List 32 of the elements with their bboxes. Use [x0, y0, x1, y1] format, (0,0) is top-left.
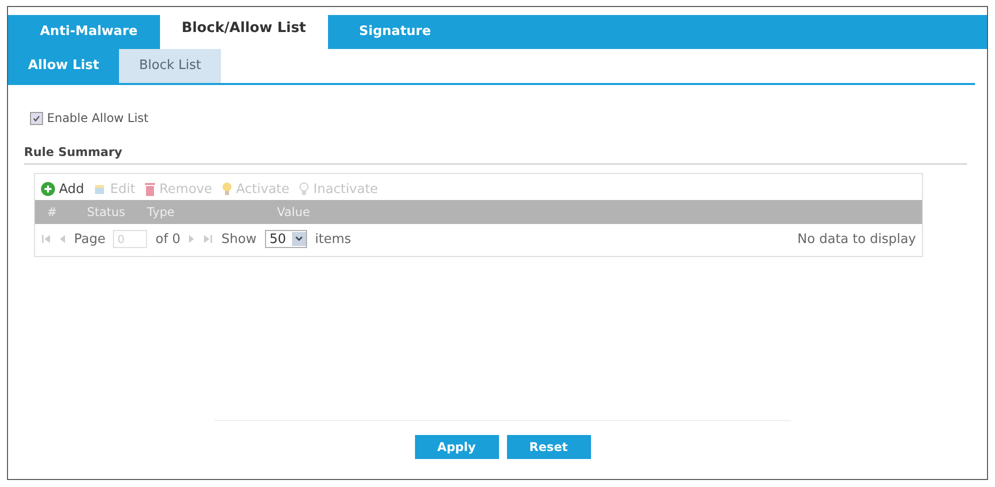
dropdown-icon: [292, 232, 306, 246]
bulb-icon: [299, 182, 310, 196]
first-page-icon[interactable]: [41, 234, 51, 244]
empty-message: No data to display: [797, 232, 916, 246]
column-header: Type: [146, 205, 176, 219]
toolbar-button[interactable]: Add: [41, 182, 84, 196]
tab[interactable]: Signature: [328, 15, 462, 49]
checkbox-label: Enable Allow List: [47, 111, 149, 125]
action-button[interactable]: Apply: [414, 435, 498, 459]
pager-label: Show: [221, 232, 256, 246]
pager-label: of 0: [155, 232, 180, 246]
bulb-icon: [222, 182, 232, 196]
check-icon: [32, 114, 41, 122]
previous-page-icon[interactable]: [59, 234, 66, 244]
checkbox[interactable]: [30, 112, 43, 124]
edit-icon: [94, 183, 106, 195]
last-page-icon[interactable]: [203, 234, 214, 244]
tab[interactable]: Block/Allow List: [160, 13, 328, 49]
pager-label: Page: [74, 232, 106, 246]
next-page-icon[interactable]: [188, 234, 196, 244]
column-header: Status: [86, 205, 126, 219]
column-header: Value: [276, 205, 311, 219]
plus-icon: [41, 182, 55, 196]
per-page-dropdown[interactable]: 50: [264, 230, 308, 248]
action-button[interactable]: Reset: [506, 435, 590, 459]
trash-icon: [145, 182, 156, 196]
section-title: Rule Summary: [24, 145, 967, 165]
subtab[interactable]: Block List: [119, 49, 222, 83]
column-header: #: [46, 205, 58, 219]
tab[interactable]: Anti-Malware: [18, 15, 160, 49]
pager-label: items: [315, 232, 352, 246]
subtab[interactable]: Allow List: [8, 49, 120, 83]
